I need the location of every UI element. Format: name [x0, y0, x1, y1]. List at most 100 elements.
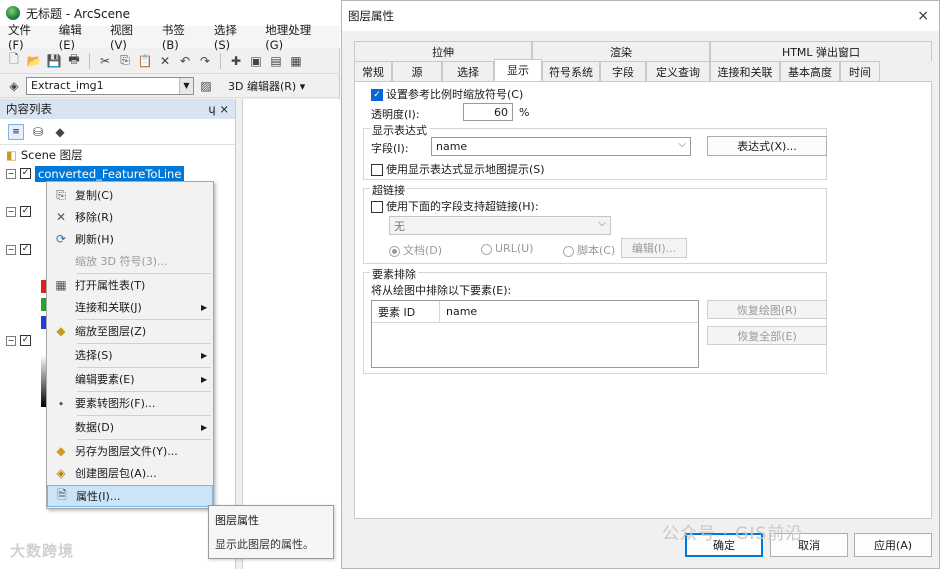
expression-field-select[interactable]: name ⌵	[431, 137, 691, 156]
layer-row[interactable]: − ✓	[6, 335, 31, 346]
dialog-title-bar: 图层属性 ×	[342, 1, 939, 31]
undo-icon[interactable]: ↶	[177, 53, 193, 69]
menu-item-edit-features[interactable]: 编辑要素(E) ▶	[47, 368, 213, 390]
feature-graphic-icon: ⬩	[58, 395, 64, 410]
menu-item-refresh[interactable]: ⟳ 刷新(H)	[47, 228, 213, 250]
copy-icon[interactable]: ⎘	[117, 53, 133, 69]
tab-joins-relates[interactable]: 连接和关联	[710, 61, 780, 81]
layer-file-icon: ◆	[56, 444, 66, 458]
transparency-label: 透明度(I):	[371, 108, 420, 121]
radio-document-icon	[389, 245, 400, 257]
print-icon[interactable]: 🖶	[66, 52, 82, 69]
map-tips-option[interactable]: 使用显示表达式显示地图提示(S)	[371, 161, 545, 177]
list-by-source-icon[interactable]: ⛁	[30, 124, 46, 140]
radio-url-icon	[481, 243, 492, 255]
layer-package-icon: ◈	[56, 466, 66, 480]
apply-button[interactable]: 应用(A)	[854, 533, 932, 557]
toolbar-separator	[220, 52, 221, 69]
restore-all-button: 恢复全部(E)	[707, 326, 827, 345]
tab-html-popup[interactable]: HTML 弹出窗口	[710, 41, 932, 61]
collapse-icon[interactable]: −	[6, 335, 16, 346]
layer-icon: ◈	[9, 78, 19, 93]
expression-button[interactable]: 表达式(X)...	[707, 136, 827, 156]
radio-script-icon	[563, 245, 574, 257]
submenu-arrow-icon: ▶	[201, 422, 208, 432]
watermark-left: 大数跨境	[10, 542, 75, 560]
collapse-icon[interactable]: −	[6, 244, 16, 255]
transparency-input[interactable]: 60	[463, 103, 513, 121]
menu-item-selection[interactable]: 选择(S) ▶	[47, 344, 213, 366]
tab-extrusion[interactable]: 拉伸	[354, 41, 532, 61]
visibility-checkbox[interactable]: ✓	[20, 168, 31, 179]
toc-window-icon[interactable]: ▤	[268, 53, 284, 69]
layer-context-menu: ⎘ 复制(C) ✕ 移除(R) ⟳ 刷新(H) 缩放 3D 符号(3)... ▦ 打开属…	[46, 181, 214, 509]
visibility-checkbox[interactable]: ✓	[20, 335, 31, 346]
excluded-features-list[interactable]: 要素 ID name	[371, 300, 699, 368]
open-icon[interactable]: 📂	[26, 53, 42, 69]
save-icon[interactable]: 💾	[46, 53, 62, 69]
tab-source[interactable]: 源	[392, 61, 442, 81]
map-tips-checkbox[interactable]	[371, 164, 383, 176]
close-icon[interactable]: ×	[917, 8, 929, 24]
tab-fields[interactable]: 字段	[600, 61, 646, 81]
image-icon[interactable]: ▣	[248, 53, 264, 69]
toc-pin-close[interactable]: ɥ ×	[208, 102, 229, 116]
scale-symbols-checkbox[interactable]: ✓	[371, 89, 383, 101]
radio-script: 脚本(C)	[563, 242, 615, 258]
collapse-icon[interactable]: −	[6, 168, 16, 179]
cut-icon[interactable]: ✂	[97, 53, 113, 69]
tab-definition-query[interactable]: 定义查询	[646, 61, 710, 81]
table-icon: ▦	[55, 278, 67, 292]
hyperlink-support-checkbox[interactable]	[371, 201, 383, 213]
tab-row-top: 拉伸 渲染 HTML 弹出窗口	[354, 41, 932, 61]
menu-item-data[interactable]: 数据(D) ▶	[47, 416, 213, 438]
list-header: 要素 ID name	[372, 301, 698, 323]
tab-time[interactable]: 时间	[840, 61, 880, 81]
hyperlink-support-option[interactable]: 使用下面的字段支持超链接(H):	[371, 198, 539, 214]
chevron-down-icon[interactable]: ▼	[179, 77, 193, 94]
layer-dropdown[interactable]: Extract_img1 ▼	[26, 76, 194, 95]
menu-item-create-layer-package[interactable]: ◈ 创建图层包(A)...	[47, 462, 213, 484]
menu-item-remove[interactable]: ✕ 移除(R)	[47, 206, 213, 228]
list-by-visibility-icon[interactable]: ◆	[52, 124, 68, 140]
menu-item-joins-relates[interactable]: 连接和关联(J) ▶	[47, 296, 213, 318]
new-icon[interactable]: 🗋	[6, 52, 22, 69]
menu-item-open-attribute-table[interactable]: ▦ 打开属性表(T)	[47, 274, 213, 296]
tab-display[interactable]: 显示	[494, 59, 542, 81]
scale-symbols-option[interactable]: ✓ 设置参考比例时缩放符号(C)	[371, 86, 523, 102]
redo-icon[interactable]: ↷	[197, 53, 213, 69]
menu-item-convert-features-to-graphics[interactable]: ⬩ 要素转图形(F)...	[47, 392, 213, 414]
menu-item-copy[interactable]: ⎘ 复制(C)	[47, 184, 213, 206]
column-feature-id[interactable]: 要素 ID	[372, 301, 440, 322]
menu-item-properties[interactable]: 🗎 属性(I)...	[47, 485, 213, 507]
tab-general[interactable]: 常规	[354, 61, 392, 81]
scene-layers-row[interactable]: ◧ Scene 图层	[6, 145, 235, 164]
dialog-title: 图层属性	[348, 9, 394, 23]
tab-symbology[interactable]: 符号系统	[542, 61, 600, 81]
column-name[interactable]: name	[440, 301, 698, 322]
menu-item-scale-3d-symbols: 缩放 3D 符号(3)...	[75, 255, 168, 268]
menu-item-zoom-to-layer[interactable]: ◆ 缩放至图层(Z)	[47, 320, 213, 342]
catalog-icon[interactable]: ▦	[288, 53, 304, 69]
toolbar-separator	[89, 52, 90, 69]
toc-header: 内容列表 ɥ ×	[0, 99, 235, 119]
toc-toolbar: ≡ ⛁ ◆	[0, 119, 235, 145]
add-data-icon[interactable]: ✚	[228, 53, 244, 69]
restore-drawing-button: 恢复绘图(R)	[707, 300, 827, 319]
collapse-icon[interactable]: −	[6, 206, 16, 217]
raster-icon[interactable]: ▨	[198, 78, 214, 94]
tab-rendering[interactable]: 渲染	[532, 41, 710, 61]
list-by-drawing-order-icon[interactable]: ≡	[8, 123, 24, 140]
menu-item-save-layer-file[interactable]: ◆ 另存为图层文件(Y)...	[47, 440, 213, 462]
scene-viewport[interactable]	[242, 99, 340, 569]
submenu-arrow-icon: ▶	[201, 350, 208, 360]
delete-icon[interactable]: ✕	[157, 53, 173, 69]
editor-3d-menu[interactable]: 3D 编辑器(R) ▾	[228, 78, 305, 94]
selected-layer-name[interactable]: converted_FeatureToLine	[35, 165, 185, 182]
visibility-checkbox[interactable]: ✓	[20, 206, 31, 217]
tab-base-heights[interactable]: 基本高度	[780, 61, 840, 81]
visibility-checkbox[interactable]: ✓	[20, 244, 31, 255]
tooltip-description: 显示此图层的属性。	[215, 538, 314, 551]
tab-selection[interactable]: 选择	[442, 61, 494, 81]
paste-icon[interactable]: 📋	[137, 53, 153, 69]
